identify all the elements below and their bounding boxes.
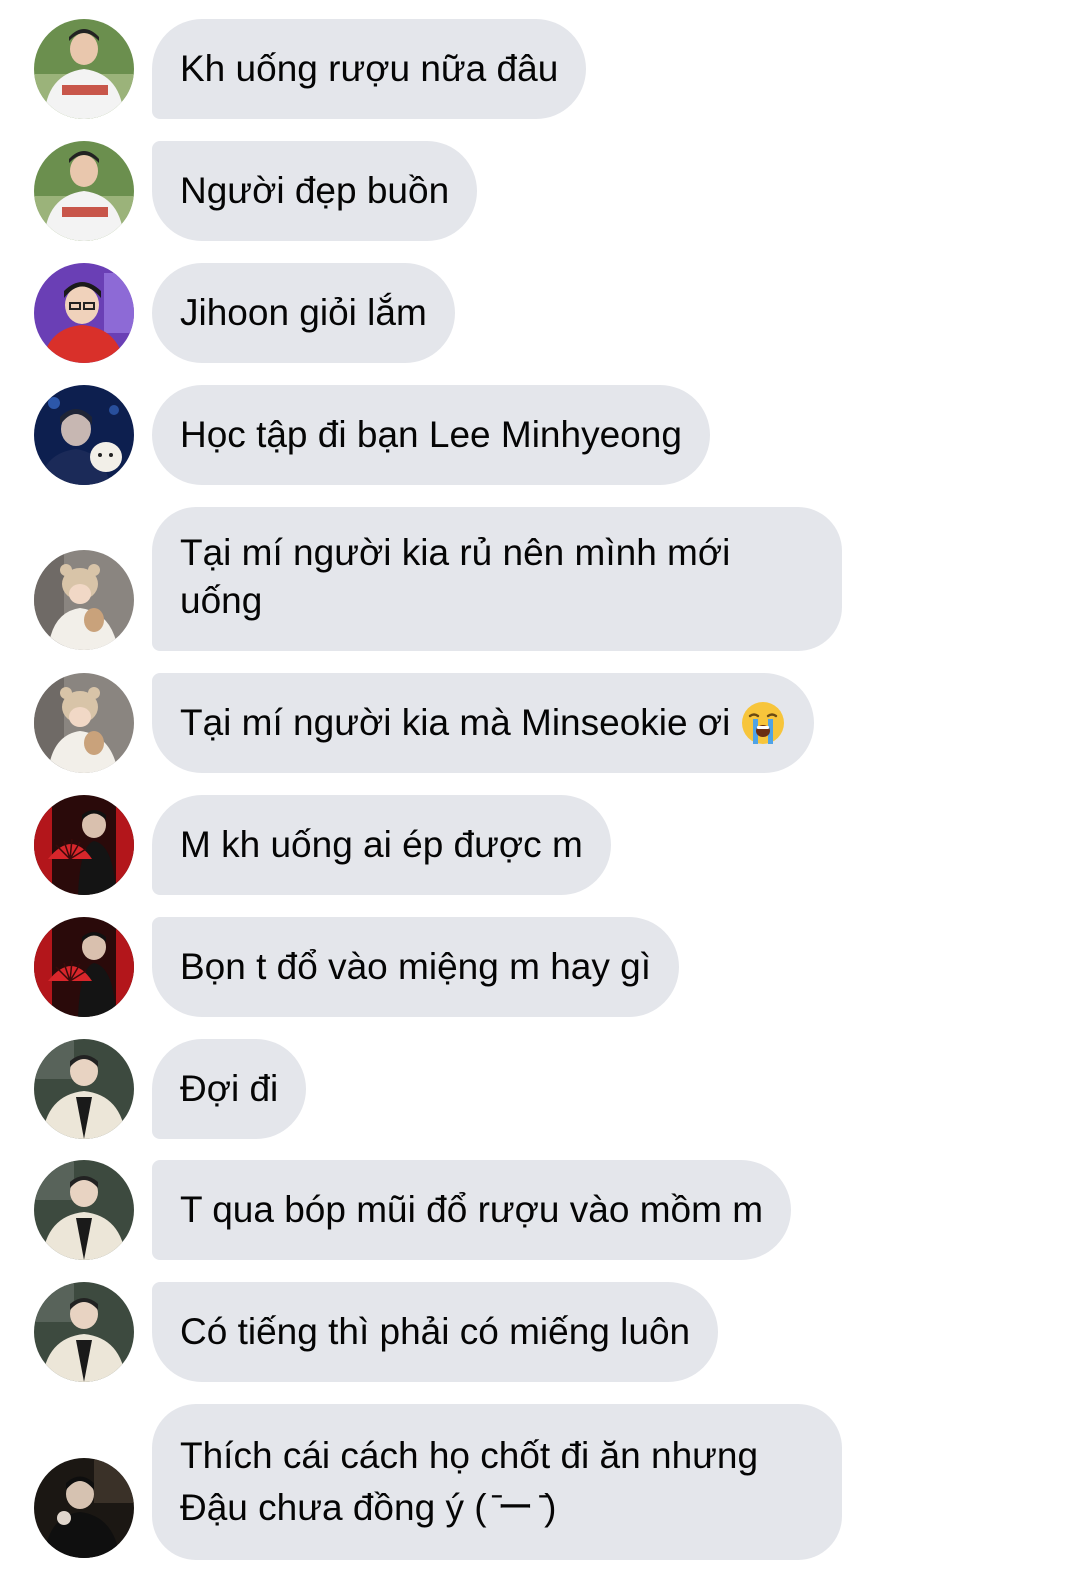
- message-bubble[interactable]: Tại mí người kia rủ nên mình mới uống: [152, 507, 842, 651]
- message-bubble[interactable]: Bọn t đổ vào miệng m hay gì: [152, 917, 679, 1017]
- bear-hat-avatar[interactable]: [34, 673, 134, 773]
- message-text: T qua bóp mũi đổ rượu vào mồm m: [180, 1189, 764, 1230]
- message-text: Đợi đi: [180, 1068, 279, 1109]
- fleece-jacket-avatar[interactable]: [34, 1282, 134, 1382]
- message-row: Tại mí người kia mà Minseokie ơi: [0, 673, 1080, 773]
- message-row: Kh uống rượu nữa đâu: [0, 19, 1080, 119]
- message-row: Có tiếng thì phải có miếng luôn: [0, 1282, 1080, 1382]
- message-row: Học tập đi bạn Lee Minhyeong: [0, 385, 1080, 485]
- fleece-jacket-avatar[interactable]: [34, 1039, 134, 1139]
- message-row: Thích cái cách họ chốt đi ăn nhưng Đậu c…: [0, 1404, 1080, 1560]
- message-bubble[interactable]: Kh uống rượu nữa đâu: [152, 19, 587, 119]
- message-text: Tại mí người kia mà Minseokie ơi: [180, 702, 731, 743]
- message-bubble[interactable]: Có tiếng thì phải có miếng luôn: [152, 1282, 719, 1382]
- fleece-jacket-avatar[interactable]: [34, 1160, 134, 1260]
- message-row: Người đẹp buồn: [0, 141, 1080, 241]
- message-bubble[interactable]: Thích cái cách họ chốt đi ăn nhưng Đậu c…: [152, 1404, 842, 1560]
- red-fan-avatar[interactable]: [34, 795, 134, 895]
- message-text: Tại mí người kia rủ nên mình mới uống: [180, 532, 731, 621]
- message-bubble[interactable]: Học tập đi bạn Lee Minhyeong: [152, 385, 710, 485]
- message-bubble[interactable]: Đợi đi: [152, 1039, 307, 1139]
- loudly-crying-face-icon: [740, 700, 786, 746]
- purple-background-glasses-avatar[interactable]: [34, 263, 134, 363]
- baseball-jersey-avatar[interactable]: [34, 141, 134, 241]
- red-fan-avatar[interactable]: [34, 917, 134, 1017]
- message-bubble[interactable]: Tại mí người kia mà Minseokie ơi: [152, 673, 815, 773]
- message-row: Jihoon giỏi lắm: [0, 263, 1080, 363]
- baseball-jersey-avatar[interactable]: [34, 19, 134, 119]
- blue-night-puppy-avatar[interactable]: [34, 385, 134, 485]
- message-text: Jihoon giỏi lắm: [180, 292, 427, 333]
- message-text: Kh uống rượu nữa đâu: [180, 48, 559, 89]
- message-text: Học tập đi bạn Lee Minhyeong: [180, 414, 682, 455]
- message-bubble[interactable]: T qua bóp mũi đổ rượu vào mồm m: [152, 1160, 792, 1260]
- dark-room-avatar[interactable]: [34, 1458, 134, 1558]
- message-row: Đợi đi: [0, 1039, 1080, 1139]
- message-text: Thích cái cách họ chốt đi ăn nhưng Đậu c…: [180, 1435, 759, 1528]
- message-bubble[interactable]: Jihoon giỏi lắm: [152, 263, 455, 363]
- message-text: Có tiếng thì phải có miếng luôn: [180, 1311, 691, 1352]
- message-row: T qua bóp mũi đổ rượu vào mồm m: [0, 1160, 1080, 1260]
- message-text: Người đẹp buồn: [180, 170, 450, 211]
- message-row: Bọn t đổ vào miệng m hay gì: [0, 917, 1080, 1017]
- message-row: M kh uống ai ép được m: [0, 795, 1080, 895]
- bear-hat-avatar[interactable]: [34, 550, 134, 650]
- message-text: Bọn t đổ vào miệng m hay gì: [180, 946, 651, 987]
- message-bubble[interactable]: M kh uống ai ép được m: [152, 795, 611, 895]
- message-row: Tại mí người kia rủ nên mình mới uống: [0, 507, 1080, 651]
- message-text: M kh uống ai ép được m: [180, 824, 583, 865]
- message-bubble[interactable]: Người đẹp buồn: [152, 141, 478, 241]
